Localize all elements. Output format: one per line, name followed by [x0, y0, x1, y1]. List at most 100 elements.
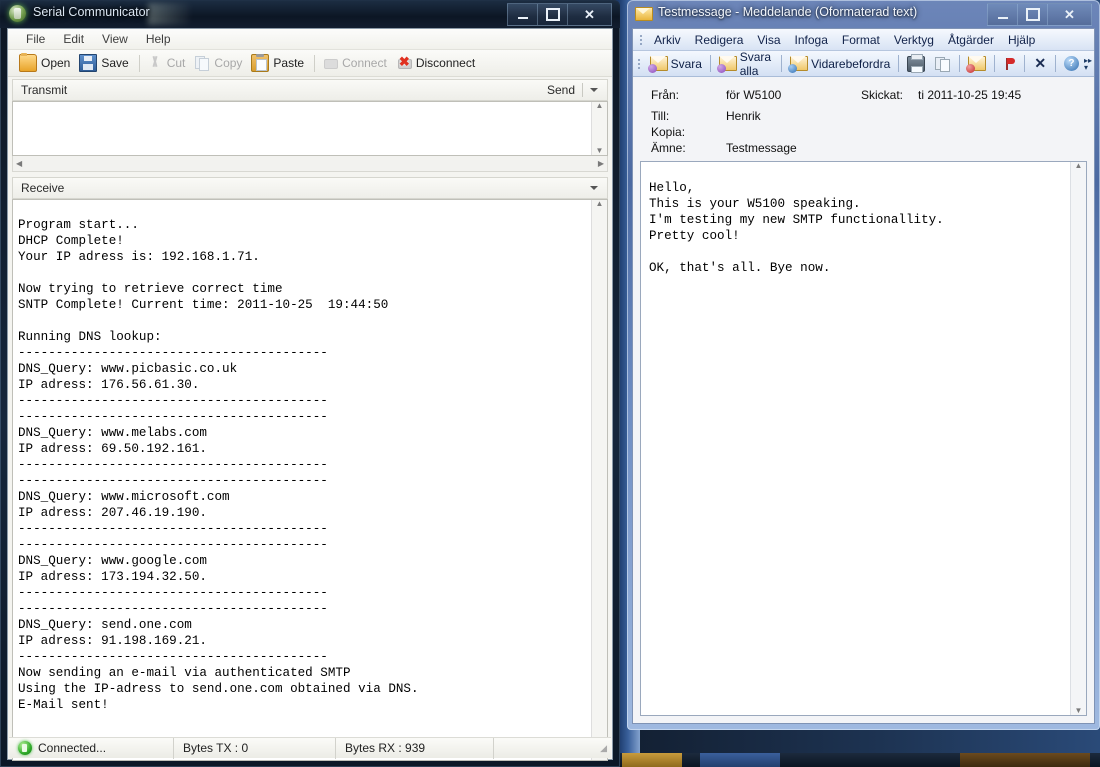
- menu-file[interactable]: File: [17, 30, 54, 48]
- folder-open-icon: [19, 54, 37, 72]
- cut-button[interactable]: Cut: [144, 54, 192, 72]
- help-button[interactable]: ?: [1059, 55, 1084, 72]
- scroll-up-icon[interactable]: [596, 200, 604, 208]
- mail-window-title: Testmessage - Meddelande (Oformaterad te…: [658, 5, 917, 19]
- toolbar-grip-icon[interactable]: [636, 56, 643, 72]
- save-button[interactable]: Save: [76, 53, 134, 73]
- connect-button-label: Connect: [342, 56, 387, 70]
- print-button[interactable]: [902, 55, 930, 73]
- copy-button[interactable]: Copy: [191, 54, 248, 72]
- paste-button[interactable]: Paste: [248, 53, 310, 73]
- plug-disconnect-icon: [396, 55, 412, 71]
- copy-button-label: Copy: [214, 56, 242, 70]
- mail-title-bar[interactable]: Testmessage - Meddelande (Oformaterad te…: [627, 0, 1100, 28]
- toolbar-separator: [898, 55, 899, 72]
- scroll-up-icon[interactable]: [1075, 162, 1083, 170]
- from-label: Från:: [651, 88, 679, 102]
- forward-button[interactable]: Vidarebefordra: [785, 55, 895, 72]
- toolbar-separator: [1055, 55, 1056, 72]
- open-button[interactable]: Open: [16, 53, 76, 73]
- menu-visa[interactable]: Visa: [750, 31, 787, 49]
- minimize-icon: [518, 17, 528, 19]
- help-icon: ?: [1064, 56, 1079, 71]
- taskbar-button-2[interactable]: [700, 753, 780, 767]
- serial-window-title: Serial Communicator: [33, 5, 150, 19]
- delete-button[interactable]: ✕: [1028, 56, 1052, 72]
- transmit-vertical-scrollbar[interactable]: [591, 102, 607, 155]
- status-bytes-tx: Bytes TX : 0: [174, 738, 336, 759]
- close-button[interactable]: ✕: [567, 3, 612, 26]
- resize-grip-icon[interactable]: ◢: [600, 743, 607, 754]
- mark-unread-button[interactable]: [963, 55, 991, 72]
- print-icon: [907, 56, 925, 72]
- menu-edit[interactable]: Edit: [54, 30, 93, 48]
- mail-body-pane[interactable]: Hello, This is your W5100 speaking. I'm …: [640, 161, 1087, 716]
- disconnect-button[interactable]: Disconnect: [393, 54, 481, 72]
- toolbar-separator: [1024, 55, 1025, 72]
- menu-verktyg[interactable]: Verktyg: [887, 31, 941, 49]
- maximize-button[interactable]: [537, 3, 567, 26]
- menu-view[interactable]: View: [93, 30, 137, 48]
- receive-log-text: Program start... DHCP Complete! Your IP …: [18, 217, 588, 713]
- serial-communicator-window[interactable]: Serial Communicator ✕ File Edit View Hel…: [0, 0, 620, 767]
- taskbar-button-3[interactable]: [960, 753, 1090, 767]
- maximize-icon: [1026, 8, 1040, 21]
- flag-button[interactable]: [997, 56, 1021, 72]
- mail-toolbar[interactable]: Svara Svara alla Vidarebefordra: [633, 51, 1094, 77]
- toolbar-separator: [710, 55, 711, 72]
- serial-title-bar[interactable]: Serial Communicator ✕: [0, 0, 620, 28]
- toolbar-separator: [959, 55, 960, 72]
- menu-format[interactable]: Format: [835, 31, 887, 49]
- save-button-label: Save: [101, 56, 128, 70]
- minimize-button[interactable]: [987, 3, 1017, 26]
- receive-vertical-scrollbar[interactable]: [591, 200, 607, 760]
- scroll-down-icon[interactable]: [596, 147, 604, 155]
- scroll-right-icon[interactable]: [598, 160, 604, 168]
- menu-atgarder[interactable]: Åtgärder: [941, 31, 1001, 49]
- toolbar-separator: [314, 55, 315, 72]
- transmit-label: Transmit: [21, 83, 67, 97]
- floppy-disk-icon: [79, 54, 97, 72]
- scroll-left-icon[interactable]: [16, 160, 22, 168]
- serial-menu-bar[interactable]: File Edit View Help: [8, 29, 612, 50]
- chevron-down-icon[interactable]: [590, 88, 598, 92]
- reply-all-button[interactable]: Svara alla: [714, 49, 779, 79]
- scroll-down-icon[interactable]: [1075, 707, 1083, 715]
- forward-button-label: Vidarebefordra: [811, 57, 890, 71]
- reply-button[interactable]: Svara: [645, 55, 707, 72]
- chevron-down-icon[interactable]: [590, 186, 598, 190]
- toolbar-overflow-icon[interactable]: ▸▸▾: [1084, 57, 1092, 71]
- menu-infoga[interactable]: Infoga: [788, 31, 835, 49]
- mail-menu-bar[interactable]: Arkiv Redigera Visa Infoga Format Verkty…: [633, 29, 1094, 51]
- mail-window-controls[interactable]: ✕: [987, 3, 1092, 24]
- maximize-button[interactable]: [1017, 3, 1047, 26]
- status-spacer: ◢: [494, 738, 611, 759]
- plug-connect-icon: [322, 55, 338, 71]
- subject-label: Ämne:: [651, 141, 686, 155]
- send-button[interactable]: Send: [547, 83, 575, 97]
- menu-redigera[interactable]: Redigera: [688, 31, 751, 49]
- cut-button-label: Cut: [167, 56, 186, 70]
- menu-hjalp[interactable]: Hjälp: [1001, 31, 1042, 49]
- receive-textarea[interactable]: Program start... DHCP Complete! Your IP …: [12, 199, 608, 761]
- close-icon: ✕: [584, 8, 595, 21]
- serial-toolbar[interactable]: Open Save Cut Copy Paste Connec: [8, 50, 612, 77]
- transmit-textarea[interactable]: [12, 101, 608, 156]
- taskbar-button-1[interactable]: [622, 753, 682, 767]
- scroll-up-icon[interactable]: [596, 102, 604, 110]
- sent-value: ti 2011-10-25 19:45: [918, 88, 1021, 102]
- close-button[interactable]: ✕: [1047, 3, 1092, 26]
- minimize-button[interactable]: [507, 3, 537, 26]
- copy-button[interactable]: [930, 56, 956, 72]
- connect-button[interactable]: Connect: [319, 54, 393, 72]
- mail-vertical-scrollbar[interactable]: [1070, 162, 1086, 715]
- minimize-icon: [998, 17, 1008, 19]
- serial-status-bar: Connected... Bytes TX : 0 Bytes RX : 939…: [9, 737, 611, 758]
- menu-grip-icon[interactable]: [636, 32, 645, 48]
- menu-arkiv[interactable]: Arkiv: [647, 31, 688, 49]
- mail-message-window[interactable]: Testmessage - Meddelande (Oformaterad te…: [627, 0, 1100, 730]
- transmit-horizontal-scrollbar[interactable]: [12, 156, 608, 172]
- mail-body-text: Hello, This is your W5100 speaking. I'm …: [649, 180, 1049, 276]
- menu-help[interactable]: Help: [137, 30, 180, 48]
- serial-window-controls[interactable]: ✕: [507, 3, 612, 24]
